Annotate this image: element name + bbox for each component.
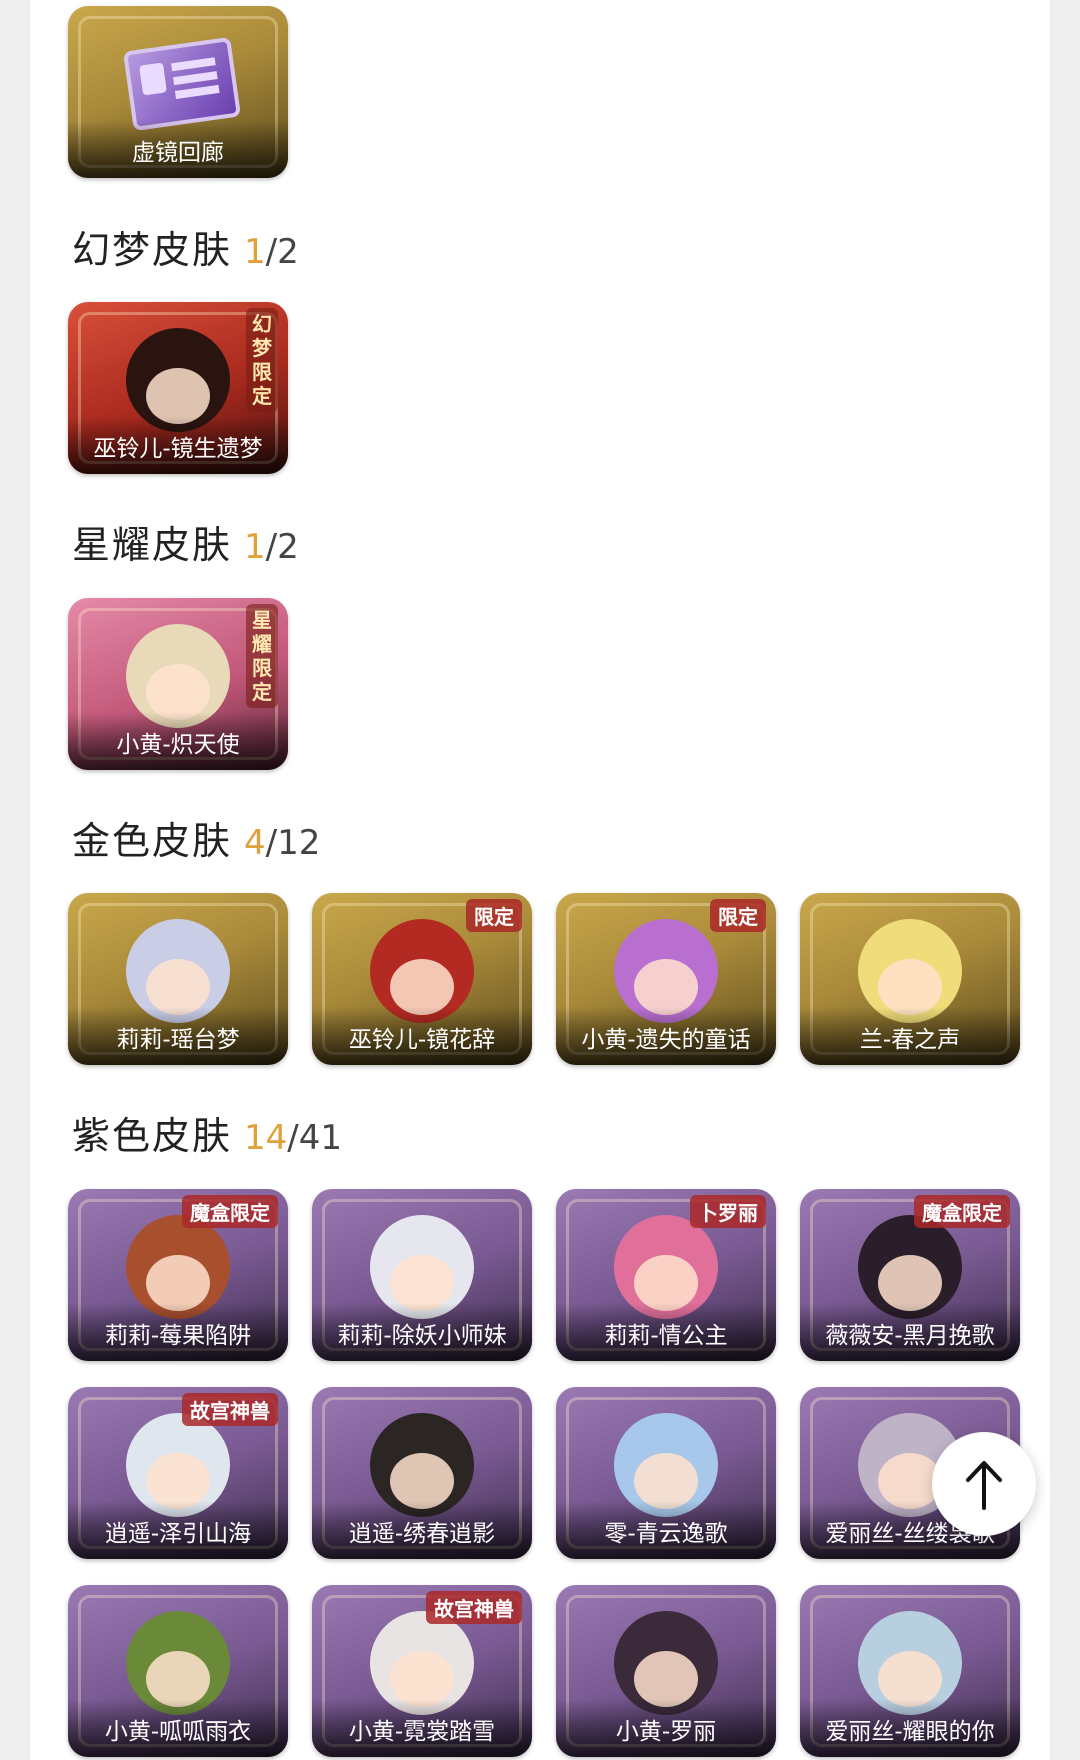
skin-card[interactable]: 魔盒限定 莉莉-莓果陷阱 [68, 1189, 288, 1361]
skin-card[interactable]: 逍遥-绣春逍影 [312, 1387, 532, 1559]
limited-badge: 幻梦限定 [246, 308, 278, 412]
section-title-star: 星耀皮肤 1/2 [72, 521, 299, 571]
skin-card[interactable]: 零-青云逸歌 [556, 1387, 776, 1559]
limited-badge: 卜罗丽 [690, 1195, 766, 1228]
limited-badge: 限定 [710, 899, 766, 932]
skin-card-label: 小黄-炽天使 [68, 712, 288, 770]
skin-card-label: 零-青云逸歌 [556, 1501, 776, 1559]
skin-card-label: 兰-春之声 [800, 1007, 1020, 1065]
skin-card-label: 巫铃儿-镜花辞 [312, 1007, 532, 1065]
limited-badge: 限定 [466, 899, 522, 932]
limited-badge: 故宫神兽 [426, 1591, 522, 1624]
skin-card-label: 莉莉-情公主 [556, 1303, 776, 1361]
owned-count: 4 [244, 823, 266, 863]
section-title-gold: 金色皮肤 4/12 [72, 817, 320, 867]
skin-card[interactable]: 故宫神兽 小黄-霓裳踏雪 [312, 1585, 532, 1757]
skin-card-label: 莉莉-除妖小师妹 [312, 1303, 532, 1361]
section-title-dream: 幻梦皮肤 1/2 [72, 226, 299, 276]
skin-card[interactable]: 限定 小黄-遗失的童话 [556, 893, 776, 1065]
section-name: 幻梦皮肤 [72, 228, 233, 272]
skin-card-label: 小黄-霓裳踏雪 [312, 1699, 532, 1757]
scroll-to-top-button[interactable] [932, 1432, 1036, 1536]
skin-card[interactable]: 魔盒限定 薇薇安-黑月挽歌 [800, 1189, 1020, 1361]
limited-badge: 魔盒限定 [914, 1195, 1010, 1228]
limited-badge: 星耀限定 [246, 604, 278, 708]
section-name: 星耀皮肤 [72, 523, 233, 567]
skin-card-label: 逍遥-泽引山海 [68, 1501, 288, 1559]
skin-card-mirror-corridor[interactable]: 虚镜回廊 [68, 6, 288, 178]
owned-count: 1 [244, 232, 266, 272]
skin-card-label: 逍遥-绣春逍影 [312, 1501, 532, 1559]
skin-card[interactable]: 莉莉-除妖小师妹 [312, 1189, 532, 1361]
total-count: /41 [287, 1118, 342, 1158]
skin-card-label: 虚镜回廊 [68, 120, 288, 178]
skin-card[interactable]: 小黄-呱呱雨衣 [68, 1585, 288, 1757]
skin-card-label: 莉莉-莓果陷阱 [68, 1303, 288, 1361]
skin-card-label: 小黄-呱呱雨衣 [68, 1699, 288, 1757]
total-count: /12 [265, 823, 321, 863]
skin-card-label: 爱丽丝-耀眼的你 [800, 1699, 1020, 1757]
skin-card[interactable]: 星耀限定 小黄-炽天使 [68, 598, 288, 770]
skin-card[interactable]: 小黄-罗丽 [556, 1585, 776, 1757]
total-count: /2 [265, 232, 299, 272]
limited-badge: 故宫神兽 [182, 1393, 278, 1426]
section-title-purple: 紫色皮肤 14/41 [72, 1112, 342, 1162]
section-name: 金色皮肤 [72, 819, 233, 863]
ticket-icon [122, 36, 242, 132]
skin-card[interactable]: 爱丽丝-耀眼的你 [800, 1585, 1020, 1757]
owned-count: 1 [244, 527, 266, 567]
arrow-up-icon [966, 1461, 1002, 1510]
section-name: 紫色皮肤 [72, 1114, 233, 1158]
limited-badge: 魔盒限定 [182, 1195, 278, 1228]
skin-collection-page: 虚镜回廊 幻梦皮肤 1/2 幻梦限定 巫铃儿-镜生遗梦 星耀皮肤 1/2 星耀限定 … [30, 0, 1050, 1760]
skin-card-label: 巫铃儿-镜生遗梦 [68, 416, 288, 474]
skin-card-label: 小黄-遗失的童话 [556, 1007, 776, 1065]
skin-card[interactable]: 兰-春之声 [800, 893, 1020, 1065]
skin-card[interactable]: 故宫神兽 逍遥-泽引山海 [68, 1387, 288, 1559]
skin-card[interactable]: 莉莉-瑶台梦 [68, 893, 288, 1065]
skin-card-label: 薇薇安-黑月挽歌 [800, 1303, 1020, 1361]
total-count: /2 [265, 527, 299, 567]
skin-card-label: 莉莉-瑶台梦 [68, 1007, 288, 1065]
skin-card[interactable]: 卜罗丽 莉莉-情公主 [556, 1189, 776, 1361]
owned-count: 14 [244, 1118, 288, 1158]
skin-card[interactable]: 限定 巫铃儿-镜花辞 [312, 893, 532, 1065]
skin-card-label: 小黄-罗丽 [556, 1699, 776, 1757]
skin-card[interactable]: 幻梦限定 巫铃儿-镜生遗梦 [68, 302, 288, 474]
